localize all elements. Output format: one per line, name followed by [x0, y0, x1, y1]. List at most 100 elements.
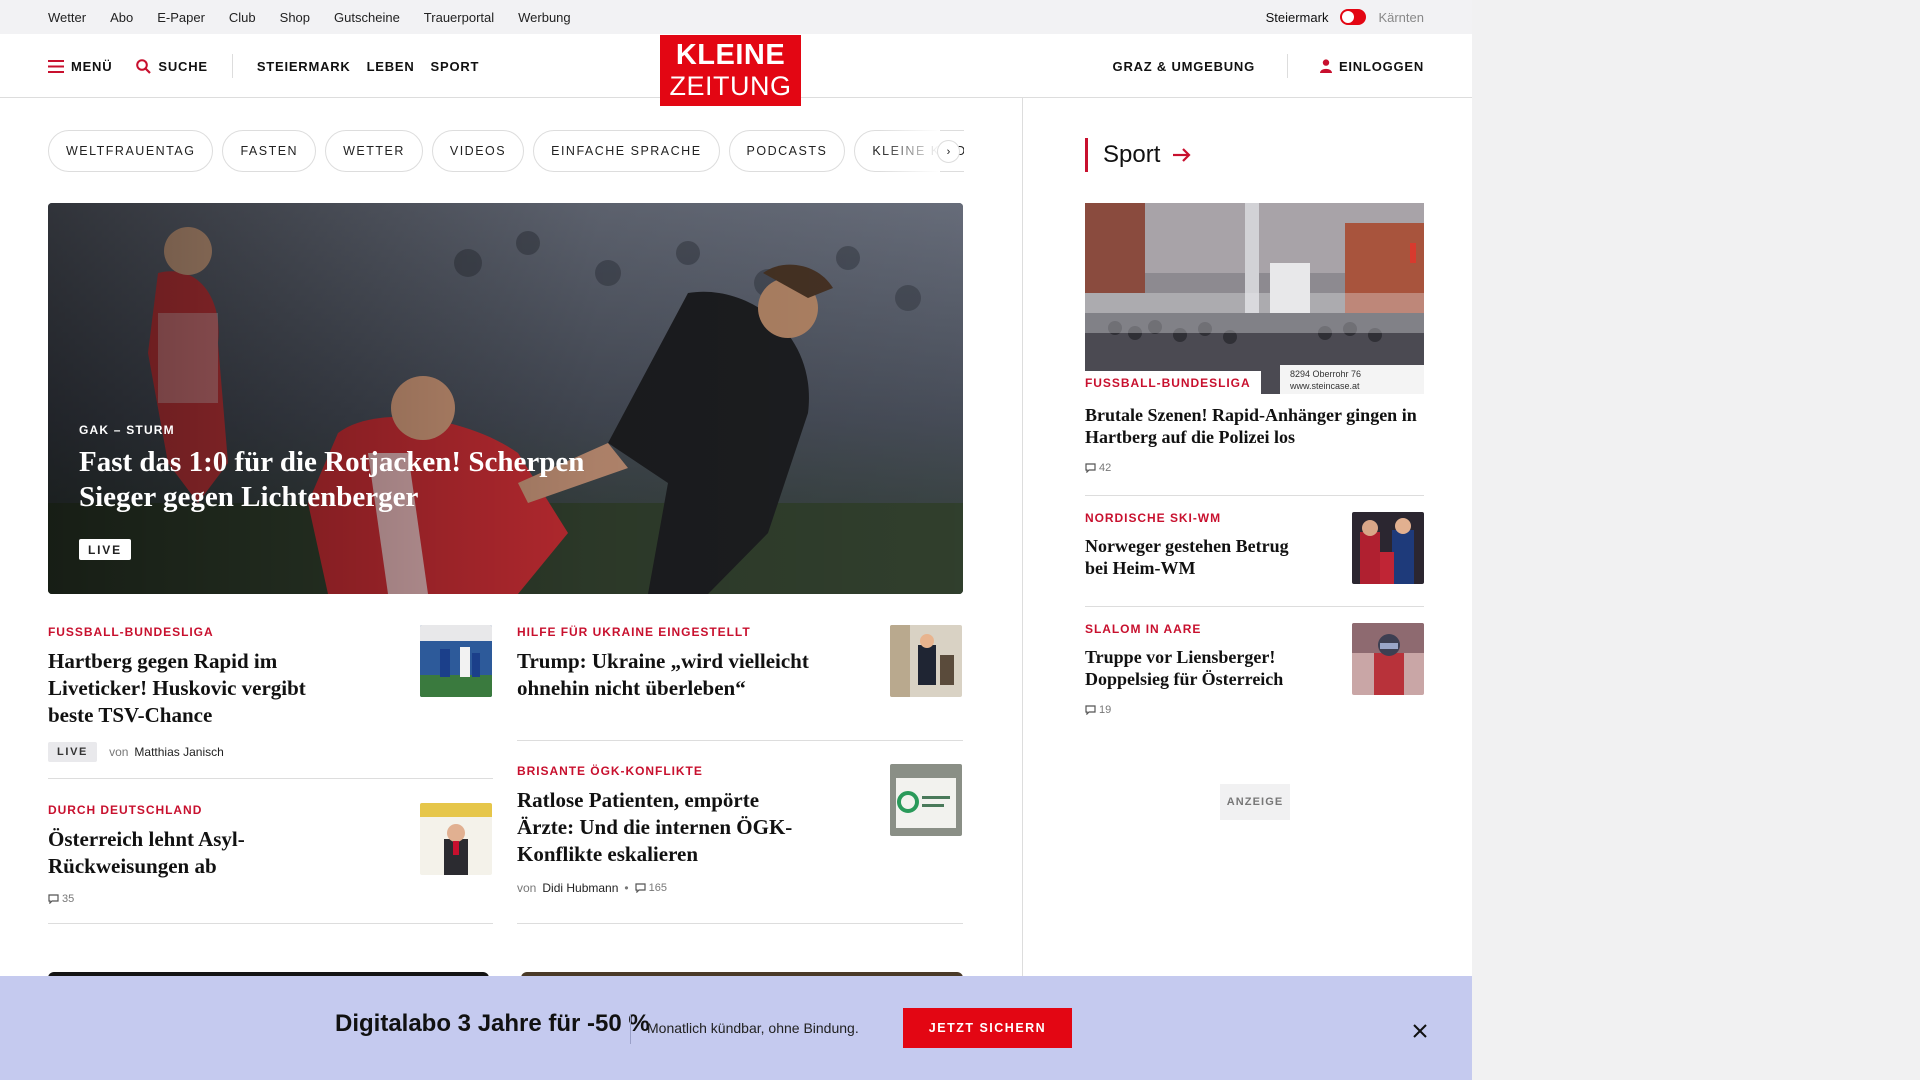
- main-header: MENÜ SUCHE STEIERMARK LEBEN SPORT KLEINE…: [0, 34, 1472, 106]
- divider: [48, 923, 493, 924]
- divider: [1085, 495, 1424, 496]
- utility-link-abo[interactable]: Abo: [110, 10, 133, 25]
- comment-number: 165: [648, 882, 667, 894]
- utility-link-epaper[interactable]: E-Paper: [157, 10, 205, 25]
- pill-einfache-sprache[interactable]: EINFACHE SPRACHE: [533, 130, 720, 172]
- sport-section-title: Sport: [1103, 141, 1161, 168]
- comment-number: 35: [62, 893, 75, 905]
- article-meta: LIVE von Matthias Janisch: [48, 742, 328, 762]
- article-meta: 35: [48, 893, 328, 905]
- utility-link-club[interactable]: Club: [229, 10, 256, 25]
- meta-separator: •: [624, 881, 629, 895]
- pill-podcasts[interactable]: PODCASTS: [728, 130, 846, 172]
- comment-count[interactable]: 165: [635, 882, 667, 894]
- column-divider: [1022, 98, 1023, 998]
- article-meta: 42: [1085, 462, 1424, 474]
- promo-subtitle: Monatlich kündbar, ohne Bindung.: [647, 1020, 859, 1036]
- sidebar-article-rapid[interactable]: Brutale Szenen! Rapid-Anhänger gingen in…: [1085, 404, 1424, 474]
- article-thumbnail-trump[interactable]: [890, 625, 962, 697]
- pills-next-button[interactable]: ›: [937, 140, 960, 163]
- logo-line2: ZEITUNG: [669, 71, 792, 101]
- article-trump-ukraine[interactable]: HILFE FÜR UKRAINE EINGESTELLT Trump: Ukr…: [517, 625, 857, 702]
- live-badge: LIVE: [48, 742, 98, 762]
- article-title[interactable]: Trump: Ukraine „wird vielleicht ohnehin …: [517, 648, 857, 702]
- promo-divider: [630, 1014, 631, 1044]
- author-name[interactable]: Matthias Janisch: [134, 745, 223, 759]
- pill-wetter[interactable]: WETTER: [325, 130, 423, 172]
- sidebar-article-title[interactable]: Brutale Szenen! Rapid-Anhänger gingen in…: [1085, 404, 1424, 448]
- divider: [517, 923, 963, 924]
- article-kicker: NORDISCHE SKI-WM: [1085, 511, 1222, 525]
- comment-count[interactable]: 42: [1085, 462, 1111, 474]
- topic-pills: WELTFRAUENTAG FASTEN WETTER VIDEOS EINFA…: [48, 130, 964, 172]
- author-name[interactable]: Didi Hubmann: [542, 881, 618, 895]
- menu-button[interactable]: MENÜ: [48, 59, 112, 74]
- sidebar-thumbnail-ski[interactable]: [1352, 512, 1424, 584]
- sidebar-article-ski[interactable]: NORDISCHE SKI-WM Norweger gestehen Betru…: [1085, 511, 1305, 579]
- sidebar-thumbnail-slalom[interactable]: [1352, 623, 1424, 695]
- article-title[interactable]: Hartberg gegen Rapid im Liveticker! Husk…: [48, 648, 328, 729]
- hero-article[interactable]: GAK – STURM Fast das 1:0 für die Rotjack…: [48, 203, 963, 594]
- article-title[interactable]: Österreich lehnt Asyl-Rückweisungen ab: [48, 826, 328, 880]
- close-icon: [1413, 1024, 1427, 1038]
- article-hartberg-rapid[interactable]: FUSSBALL-BUNDESLIGA Hartberg gegen Rapid…: [48, 625, 328, 762]
- article-meta: von Didi Hubmann • 165: [517, 881, 817, 895]
- subscription-banner: Digitalabo 3 Jahre für -50 % Monatlich k…: [0, 976, 1472, 1080]
- author-prefix: von: [109, 745, 129, 759]
- page: Wetter Abo E-Paper Club Shop Gutscheine …: [0, 0, 1472, 1080]
- article-title[interactable]: Ratlose Patienten, empörte Ärzte: Und di…: [517, 787, 817, 868]
- comment-icon: [48, 894, 59, 904]
- utility-link-trauerportal[interactable]: Trauerportal: [424, 10, 494, 25]
- region-toggle[interactable]: [1340, 9, 1367, 25]
- utility-links: Wetter Abo E-Paper Club Shop Gutscheine …: [48, 0, 571, 34]
- user-icon: [1319, 59, 1332, 73]
- article-thumbnail-football[interactable]: [420, 625, 492, 697]
- ad-label: ANZEIGE: [1220, 784, 1290, 820]
- article-asyl[interactable]: DURCH DEUTSCHLAND Österreich lehnt Asyl-…: [48, 803, 328, 905]
- promo-cta-button[interactable]: JETZT SICHERN: [903, 1008, 1072, 1048]
- login-label: EINLOGGEN: [1338, 58, 1424, 74]
- nav-steiermark[interactable]: STEIERMARK: [257, 59, 351, 74]
- hero-title[interactable]: Fast das 1:0 für die Rotjacken! Scherpen…: [79, 445, 639, 515]
- header-divider: [231, 54, 233, 78]
- stadium-photo: 8294 Oberrohr 76 www.steincase.at: [1085, 203, 1424, 394]
- article-oegk[interactable]: BRISANTE ÖGK-KONFLIKTE Ratlose Patienten…: [517, 764, 817, 895]
- article-thumbnail-oegk[interactable]: [890, 764, 962, 836]
- article-thumbnail-politician[interactable]: [420, 803, 492, 875]
- utility-link-wetter[interactable]: Wetter: [48, 10, 86, 25]
- author-prefix: von: [517, 881, 537, 895]
- hero-kicker: GAK – STURM: [79, 423, 175, 437]
- nav-sport[interactable]: SPORT: [431, 59, 480, 74]
- logo-line1: KLEINE: [675, 39, 786, 71]
- region-link[interactable]: GRAZ & UMGEBUNG: [1113, 59, 1255, 74]
- utility-link-gutscheine[interactable]: Gutscheine: [334, 10, 400, 25]
- comment-count[interactable]: 19: [1085, 704, 1111, 716]
- sport-lead-kicker: FUSSBALL-BUNDESLIGA: [1085, 371, 1261, 394]
- sidebar-article-slalom[interactable]: SLALOM IN AARE Truppe vor Liensberger! D…: [1085, 622, 1315, 716]
- header-left-nav: MENÜ SUCHE STEIERMARK LEBEN SPORT: [48, 34, 479, 98]
- kleine-zeitung-logo[interactable]: KLEINE ZEITUNG: [660, 35, 801, 106]
- nav-leben[interactable]: LEBEN: [367, 59, 415, 74]
- region-steiermark[interactable]: Steiermark: [1266, 10, 1329, 25]
- comment-count[interactable]: 35: [48, 893, 74, 905]
- pill-videos[interactable]: VIDEOS: [431, 130, 525, 172]
- menu-label: MENÜ: [71, 58, 113, 74]
- sport-section-link[interactable]: Sport: [1085, 138, 1192, 172]
- billboard-line2: www.steincase.at: [1289, 381, 1360, 391]
- pill-weltfrauentag[interactable]: WELTFRAUENTAG: [48, 130, 214, 172]
- utility-link-werbung[interactable]: Werbung: [518, 10, 571, 25]
- utility-bar: Wetter Abo E-Paper Club Shop Gutscheine …: [0, 0, 1472, 34]
- utility-link-shop[interactable]: Shop: [280, 10, 310, 25]
- promo-close-button[interactable]: [1405, 1016, 1435, 1046]
- search-label: SUCHE: [158, 58, 208, 74]
- divider: [48, 778, 493, 779]
- sidebar-article-title[interactable]: Truppe vor Liensberger! Doppelsieg für Ö…: [1085, 646, 1315, 690]
- pill-fasten[interactable]: FASTEN: [222, 130, 317, 172]
- article-meta: 19: [1085, 704, 1315, 716]
- login-button[interactable]: EINLOGGEN: [1319, 58, 1424, 74]
- search-button[interactable]: SUCHE: [136, 59, 207, 74]
- sport-lead-image[interactable]: 8294 Oberrohr 76 www.steincase.at FUSSBA…: [1085, 203, 1424, 394]
- sidebar-article-title[interactable]: Norweger gestehen Betrug bei Heim-WM: [1085, 535, 1305, 579]
- article-kicker: SLALOM IN AARE: [1085, 622, 1202, 636]
- region-kaernten[interactable]: Kärnten: [1378, 10, 1424, 25]
